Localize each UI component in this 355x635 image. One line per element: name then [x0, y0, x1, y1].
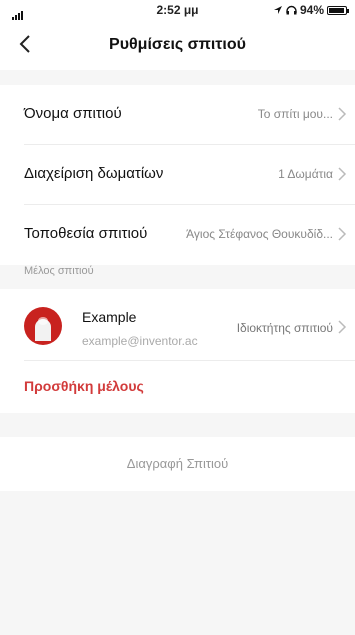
chevron-right-icon — [338, 167, 347, 181]
home-location-row[interactable]: Τοποθεσία σπιτιού Άγιος Στέφανος Θουκυδί… — [24, 205, 355, 265]
delete-home-label: Διαγραφή Σπιτιού — [126, 456, 229, 471]
member-email: example@inventor.ac — [82, 334, 198, 348]
room-management-row[interactable]: Διαχείριση δωματίων 1 Δωμάτια — [24, 145, 355, 205]
chevron-right-icon — [338, 107, 347, 121]
home-name-row[interactable]: Όνομα σπιτιού Το σπίτι μου... — [24, 85, 355, 145]
member-name: Example — [82, 309, 137, 325]
add-member-label: Προσθήκη μέλους — [24, 378, 144, 394]
nav-bar: Ρυθμίσεις σπιτιού — [0, 20, 355, 70]
location-arrow-icon — [273, 6, 282, 14]
home-location-label: Τοποθεσία σπιτιού — [24, 225, 148, 242]
home-location-value: Άγιος Στέφανος Θουκυδίδ... — [186, 227, 333, 241]
avatar — [24, 307, 62, 345]
chevron-right-icon — [338, 320, 347, 334]
members-list: Example example@inventor.ac Ιδιοκτήτης σ… — [0, 289, 355, 413]
members-section-label: Μέλος σπιτιού — [24, 265, 94, 277]
member-row[interactable]: Example example@inventor.ac Ιδιοκτήτης σ… — [24, 289, 355, 361]
home-name-value: Το σπίτι μου... — [257, 107, 333, 121]
member-role: Ιδιοκτήτης σπιτιού — [236, 321, 333, 335]
battery-percent: 94% — [299, 3, 324, 17]
page-title: Ρυθμίσεις σπιτιού — [109, 36, 246, 53]
home-name-label: Όνομα σπιτιού — [24, 105, 122, 122]
headphones-icon — [286, 5, 297, 15]
status-bar: 2:52 μμ 94% — [0, 0, 355, 20]
chevron-right-icon — [338, 227, 347, 241]
settings-list: Όνομα σπιτιού Το σπίτι μου... Διαχείριση… — [0, 85, 355, 265]
room-management-label: Διαχείριση δωματίων — [24, 165, 164, 182]
delete-home-button[interactable]: Διαγραφή Σπιτιού — [0, 437, 355, 491]
add-member-button[interactable]: Προσθήκη μέλους — [24, 361, 355, 413]
battery-icon — [327, 5, 349, 15]
status-right: 94% — [273, 3, 349, 17]
room-count-value: 1 Δωμάτια — [278, 167, 333, 181]
